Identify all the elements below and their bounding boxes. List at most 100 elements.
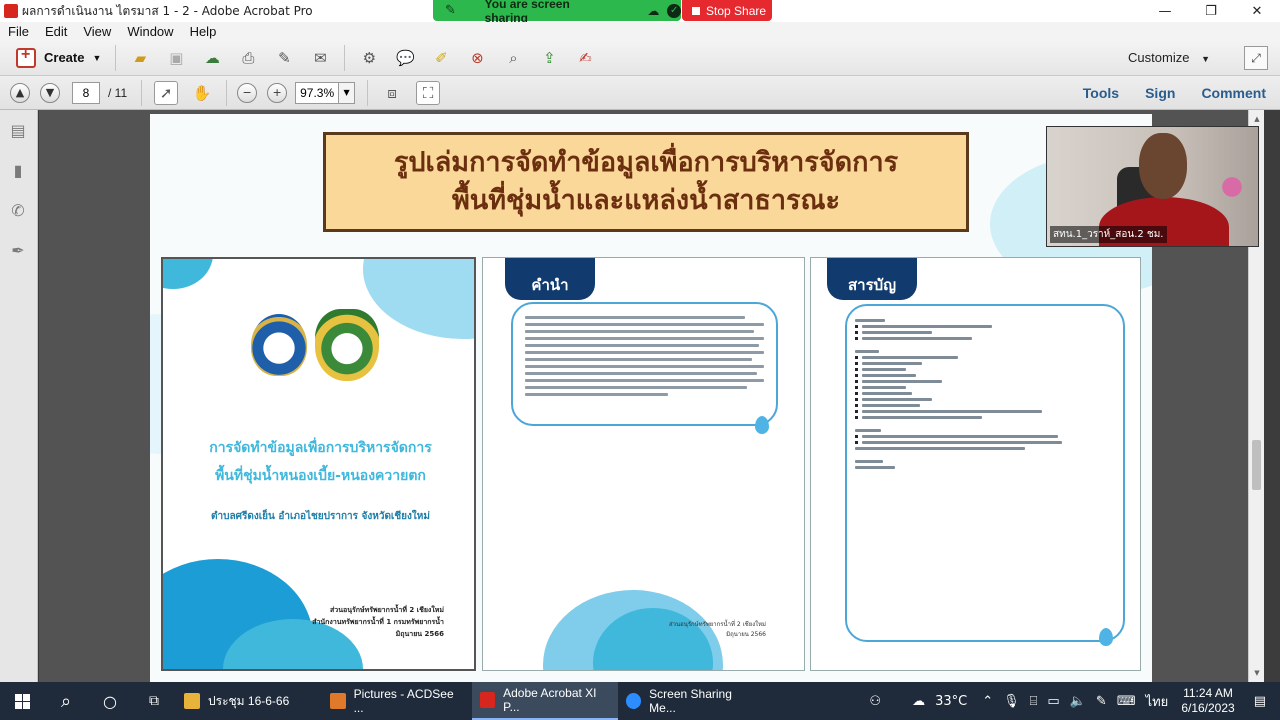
taskbar-item-acdsee[interactable]: Pictures - ACDSee ... (322, 682, 472, 720)
search-icon[interactable]: ⌕ (44, 682, 88, 720)
customize-label: Customize (1128, 50, 1190, 65)
message-icon[interactable]: ▭ (1047, 694, 1059, 709)
language-indicator[interactable]: ไทย (1146, 691, 1169, 712)
toc-entry (855, 410, 1115, 413)
save-icon[interactable]: ▣ (164, 46, 188, 70)
search-page-icon[interactable]: ⌕ (501, 46, 525, 70)
hand-tool-icon[interactable]: ✋ (190, 81, 214, 105)
text-line (525, 379, 764, 382)
weather-icon[interactable]: ☁ (912, 694, 925, 709)
scroll-up-icon[interactable]: ▲ (1249, 112, 1264, 126)
cover-title-line-2: พื้นที่ชุ่มน้ำหนองเบี้ย-หนองควายตก (215, 468, 426, 484)
taskbar-item-zoom[interactable]: Screen Sharing Me... (618, 682, 764, 720)
highlight-icon[interactable]: ✐ (429, 46, 453, 70)
cloud-upload-icon[interactable]: ☁ (200, 46, 224, 70)
email-icon[interactable]: ✉ (308, 46, 332, 70)
create-button[interactable]: Create ▼ (8, 44, 109, 72)
text-line (525, 323, 764, 326)
expand-icon[interactable]: ⤢ (1244, 46, 1268, 70)
keyboard-icon[interactable]: ⌨ (1117, 694, 1136, 709)
chevron-down-icon: ▼ (1201, 54, 1210, 64)
toc-entry (855, 404, 1115, 407)
menu-edit[interactable]: Edit (37, 24, 75, 39)
window-title: ผลการดำเนินงาน ไตรมาส 1 - 2 - Adobe Acro… (22, 3, 313, 18)
pin-icon[interactable]: ✎ (445, 3, 461, 18)
chevron-down-icon[interactable]: ▼ (339, 81, 356, 104)
text-line (525, 351, 764, 354)
select-cursor-icon[interactable]: ➚ (154, 80, 179, 105)
screen-sharing-indicator[interactable]: ✎ You are screen sharing ☁ ✓ (433, 0, 682, 25)
preface-sheet: คำนำ ส่วนอนุรักษ์ทรัพยากรน้ำที่ 2 เชียงใ… (482, 257, 805, 671)
page-number-input[interactable]: 8 (72, 81, 100, 104)
water-drop-mascot (755, 416, 769, 434)
menu-view[interactable]: View (75, 24, 119, 39)
next-page-icon[interactable]: ▼ (40, 82, 60, 103)
export-icon[interactable]: ⇪ (537, 46, 561, 70)
task-view-icon[interactable]: ⧉ (132, 682, 176, 720)
tab-sign[interactable]: Sign (1145, 85, 1175, 101)
taskbar-item-folder[interactable]: ประชุม 16-6-66 (176, 682, 322, 720)
menu-help[interactable]: Help (182, 24, 225, 39)
zoom-icon (626, 693, 642, 709)
cortana-icon[interactable]: ○ (88, 682, 132, 720)
toc-entry (855, 447, 1115, 450)
toc-entry (855, 331, 1115, 334)
create-label: Create (44, 50, 85, 65)
edit-icon[interactable]: ✎ (272, 46, 296, 70)
customize-dropdown[interactable]: Customize ▼ (1128, 50, 1210, 65)
toc-entry (855, 368, 1115, 371)
sign-icon[interactable]: ✍ (573, 46, 597, 70)
people-icon[interactable]: ⚇ (869, 694, 881, 709)
webcam-video[interactable]: สทน.1_วราห์_สอน.2 ชม. (1046, 126, 1259, 247)
navigation-toolbar: ▲ ▼ 8 / 11 ➚ ✋ − + 97.3% ▼ ⧈ ⛶ Tools Sig… (0, 76, 1280, 110)
comment-icon[interactable]: 💬 (393, 46, 417, 70)
temperature-readout[interactable]: 33°C (935, 694, 967, 709)
delete-page-icon[interactable]: ⊗ (465, 46, 489, 70)
cover-title-line-1: การจัดทำข้อมูลเพื่อการบริหารจัดการ (209, 440, 432, 456)
acrobat-icon (480, 692, 496, 708)
full-screen-icon[interactable]: ⛶ (416, 80, 441, 105)
menu-file[interactable]: File (0, 24, 37, 39)
microphone-icon[interactable]: 🎙 (1003, 694, 1020, 709)
zoom-in-icon[interactable]: + (267, 82, 288, 103)
page-thumbnails-icon[interactable]: ▤ (8, 120, 28, 140)
maximize-button[interactable]: ❐ (1188, 0, 1234, 22)
stop-share-button[interactable]: Stop Share (682, 0, 772, 21)
scrollbar-thumb[interactable] (1252, 440, 1261, 490)
notification-icon[interactable]: ▤ (1254, 694, 1266, 709)
toolbar-divider (226, 79, 228, 106)
main-toolbar: Create ▼ ▰ ▣ ☁ ⎙ ✎ ✉ ⚙ 💬 ✐ ⊗ ⌕ ⇪ ✍ Custo… (0, 40, 1280, 76)
page-banner: รูปเล่มการจัดทำข้อมูลเพื่อการบริหารจัดกา… (323, 132, 969, 232)
show-hidden-icons-icon[interactable]: ⌃ (982, 694, 993, 709)
toolbar-divider (344, 44, 346, 71)
minimize-button[interactable]: — (1142, 0, 1188, 22)
pen-icon[interactable]: ✎ (1096, 694, 1107, 709)
create-pdf-icon (16, 46, 36, 68)
system-clock[interactable]: 11:24 AM 6/16/2023 (1181, 686, 1234, 716)
taskbar-item-acrobat[interactable]: Adobe Acrobat XI P... (472, 682, 618, 720)
text-line (525, 337, 764, 340)
close-button[interactable]: ✕ (1234, 0, 1280, 22)
previous-page-icon[interactable]: ▲ (10, 82, 30, 103)
attachment-icon[interactable]: ✆ (8, 200, 28, 220)
menu-window[interactable]: Window (119, 24, 181, 39)
zoom-level-input[interactable]: 97.3% (295, 81, 340, 104)
cover-footer-line-2: สำนักงานทรัพยากรน้ำที่ 1 กรมทรัพยากรน้ำ (312, 618, 444, 626)
decor-blob (163, 259, 213, 289)
tab-comment[interactable]: Comment (1201, 85, 1266, 101)
scroll-down-icon[interactable]: ▼ (1249, 666, 1264, 680)
network-icon[interactable]: ⌸ (1030, 694, 1038, 709)
gear-icon[interactable]: ⚙ (357, 46, 381, 70)
text-line (525, 330, 755, 333)
fit-page-icon[interactable]: ⧈ (380, 81, 404, 105)
zoom-out-icon[interactable]: − (237, 82, 258, 103)
open-folder-icon[interactable]: ▰ (128, 46, 152, 70)
volume-icon[interactable]: 🔈 (1070, 694, 1086, 709)
print-icon[interactable]: ⎙ (236, 46, 260, 70)
text-line (525, 316, 745, 319)
windows-start-icon[interactable] (0, 682, 44, 720)
bookmark-icon[interactable]: ▮ (8, 160, 28, 180)
toc-entry (855, 416, 1115, 419)
signature-icon[interactable]: ✒ (8, 240, 28, 260)
tab-tools[interactable]: Tools (1083, 85, 1119, 101)
